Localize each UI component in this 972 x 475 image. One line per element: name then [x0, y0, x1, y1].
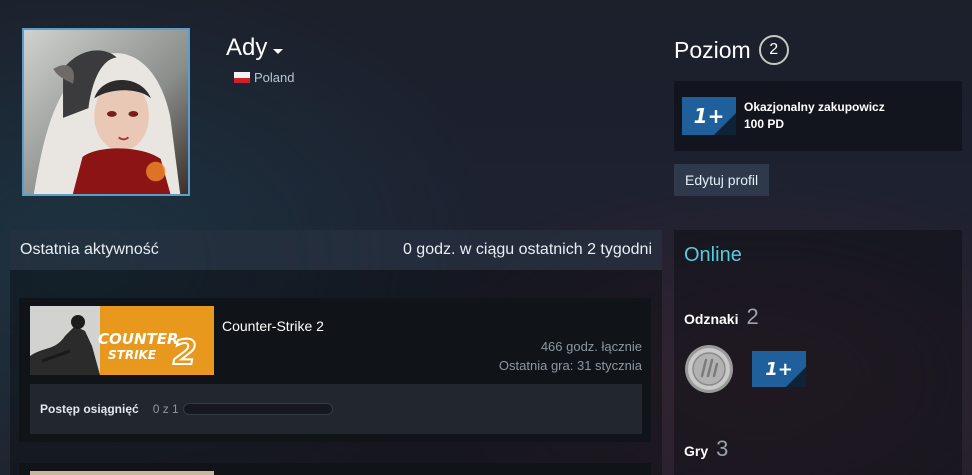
- recent-activity-summary: 0 godz. w ciągu ostatnich 2 tygodni: [402, 241, 652, 258]
- badges-count: 2: [746, 304, 759, 329]
- online-status: Online: [684, 244, 742, 266]
- badges-heading[interactable]: Odznaki 2: [684, 304, 759, 330]
- badges-label: Odznaki: [684, 311, 739, 327]
- 1plus-badge-icon: 1+: [682, 97, 736, 135]
- recent-activity-header: Ostatnia aktywność 0 godz. w ciągu ostat…: [10, 230, 662, 270]
- achievement-progress-label: Postęp osiągnięć: [40, 402, 139, 416]
- games-heading[interactable]: Gry 3: [684, 436, 728, 462]
- profile-avatar[interactable]: [22, 28, 190, 196]
- level-badge[interactable]: 2: [758, 35, 789, 65]
- badges-row: 1+: [684, 344, 806, 394]
- svg-text:2: 2: [173, 333, 197, 373]
- game-card: COUNTER STRIKE 2 Counter-Strike 2 466 go…: [19, 298, 651, 442]
- games-count: 3: [716, 436, 729, 461]
- chevron-down-icon[interactable]: [273, 48, 284, 54]
- svg-text:STRIKE: STRIKE: [108, 348, 157, 362]
- game-name[interactable]: Counter-Strike 2: [222, 318, 324, 334]
- featured-badge[interactable]: 1+ Okazjonalny zakupowicz 100 PD: [674, 81, 962, 151]
- recent-activity-panel: Ostatnia aktywność 0 godz. w ciągu ostat…: [10, 230, 662, 475]
- game-capsule-image[interactable]: [30, 471, 214, 475]
- country-label: Poland: [254, 70, 295, 85]
- recent-activity-title[interactable]: Ostatnia aktywność: [20, 241, 159, 259]
- poland-flag-icon: [234, 72, 250, 83]
- achievement-count: 0 z 1: [152, 402, 179, 416]
- achievement-progress-bar: [182, 403, 333, 415]
- achievement-progress-row[interactable]: Postęp osiągnięć 0 z 1: [30, 384, 642, 434]
- game-card: [19, 463, 651, 475]
- level-label: Poziom: [674, 36, 751, 63]
- counter-strike-2-logo: COUNTER STRIKE 2: [30, 306, 214, 375]
- edit-profile-button[interactable]: Edytuj profil: [674, 164, 770, 196]
- profile-level: Poziom 2: [674, 35, 789, 65]
- games-label: Gry: [684, 443, 709, 459]
- persona-name-dropdown[interactable]: Ady: [226, 34, 284, 62]
- game-capsule-image[interactable]: COUNTER STRIKE 2: [30, 306, 214, 375]
- silver-coin-badge-icon[interactable]: [684, 344, 734, 394]
- game-hours-total: 466 godz. łącznie: [540, 339, 642, 354]
- game-last-played: Ostatnia gra: 31 stycznia: [498, 358, 642, 373]
- featured-badge-xp: 100 PD: [744, 117, 785, 131]
- profile-location: Poland: [234, 70, 294, 85]
- persona-name: Ady: [226, 34, 268, 61]
- svg-text:COUNTER: COUNTER: [98, 330, 179, 348]
- profile-sidebar: Online Odznaki 2 1+ Gry 3: [674, 230, 962, 475]
- 1plus-badge-icon[interactable]: 1+: [752, 351, 806, 387]
- avatar-image: [24, 30, 188, 194]
- featured-badge-title: Okazjonalny zakupowicz: [744, 100, 885, 114]
